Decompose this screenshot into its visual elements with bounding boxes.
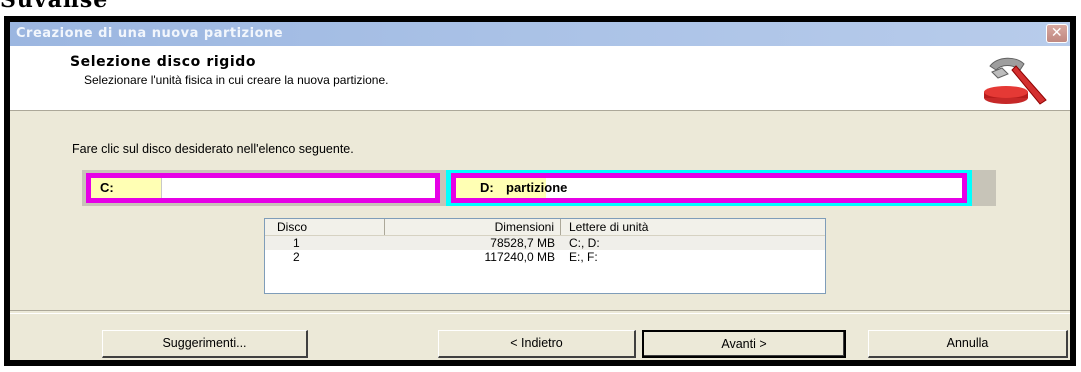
- cancel-button-label: Annulla: [946, 336, 989, 350]
- window-title: Creazione di una nuova partizione: [16, 26, 284, 41]
- instruction-text: Fare clic sul disco desiderato nell'elen…: [72, 142, 354, 156]
- disk-letters: E:, F:: [569, 250, 598, 264]
- disk-number: 1: [293, 236, 300, 250]
- disk-size: 78528,7 MB: [490, 236, 555, 250]
- wizard-client-area: Selezione disco rigido Selezionare l'uni…: [10, 46, 1070, 360]
- partition-letter: D:: [480, 180, 494, 195]
- disk-map: C: D: partizione: [82, 170, 996, 206]
- disk-number: 2: [293, 250, 300, 264]
- next-button[interactable]: Avanti >: [642, 330, 846, 358]
- page-title: Selezione disco rigido: [70, 54, 257, 70]
- hammer-disk-icon: [984, 57, 1047, 105]
- disk-list-row[interactable]: 1 78528,7 MB C:, D:: [265, 236, 825, 250]
- column-header-letters[interactable]: Lettere di unità: [561, 219, 825, 235]
- screenshot-page: Suvanse Creazione di una nuova partizion…: [0, 0, 1081, 372]
- next-button-label: Avanti >: [721, 337, 767, 351]
- page-subtitle: Selezionare l'unità fisica in cui creare…: [84, 73, 389, 87]
- disk-list-header: Disco Dimensioni Lettere di unità: [265, 219, 825, 236]
- cropped-heading: Suvanse: [0, 0, 109, 13]
- partition-c[interactable]: C:: [86, 173, 440, 203]
- hints-button[interactable]: Suggerimenti...: [102, 330, 308, 358]
- cancel-button[interactable]: Annulla: [868, 330, 1068, 358]
- disk-list-row[interactable]: 2 117240,0 MB E:, F:: [265, 250, 825, 264]
- partition-d[interactable]: D: partizione: [451, 173, 967, 203]
- footer-divider: [10, 310, 1070, 314]
- wizard-header: Selezione disco rigido Selezionare l'uni…: [10, 46, 1070, 111]
- disk-letters: C:, D:: [569, 236, 600, 250]
- disk-size: 117240,0 MB: [484, 250, 556, 264]
- partition-name: partizione: [506, 180, 568, 195]
- wizard-window: Creazione di una nuova partizione ✕ Sele…: [4, 16, 1076, 366]
- title-bar[interactable]: Creazione di una nuova partizione ✕: [10, 22, 1070, 46]
- window-frame: Creazione di una nuova partizione ✕ Sele…: [10, 22, 1070, 360]
- back-button[interactable]: < Indietro: [438, 330, 636, 358]
- hints-button-label: Suggerimenti...: [162, 336, 247, 350]
- close-icon[interactable]: ✕: [1046, 24, 1068, 43]
- column-header-size[interactable]: Dimensioni: [385, 219, 561, 235]
- partition-letter: C:: [100, 180, 114, 195]
- back-button-label: < Indietro: [510, 336, 563, 350]
- disk-list[interactable]: Disco Dimensioni Lettere di unità 1 7852…: [264, 218, 826, 294]
- column-header-disk[interactable]: Disco: [273, 219, 385, 235]
